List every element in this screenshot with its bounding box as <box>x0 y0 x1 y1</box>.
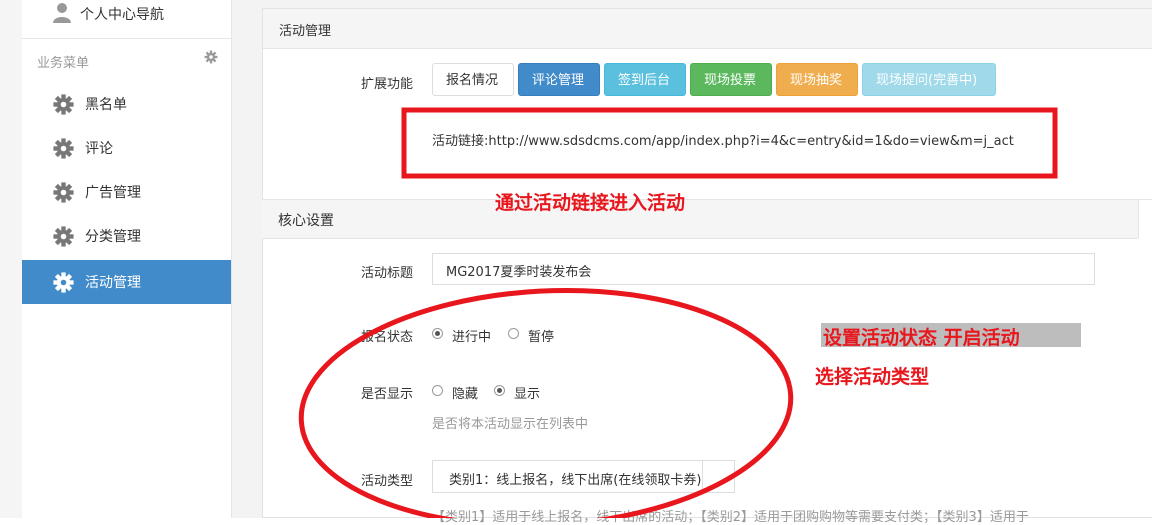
status-paused-radio[interactable] <box>508 328 519 339</box>
outer-gutter <box>0 0 22 518</box>
user-center-nav-label: 个人中心导航 <box>80 7 164 23</box>
activity-title-input[interactable]: MG2017夏季时装发布会 <box>432 253 1095 285</box>
status-running-radio[interactable] <box>432 328 443 339</box>
title-label: 活动标题 <box>361 266 414 281</box>
signup-status-button[interactable]: 报名情况 <box>432 63 514 96</box>
gear-icon <box>53 94 74 115</box>
type-annotation: 选择活动类型 <box>815 366 930 388</box>
panel-header: 活动管理 <box>263 9 1152 49</box>
type-hint: 【类别1】适用于线上报名，线下出席的活动；【类别2】适用于团购购物等需要支付类；… <box>432 510 1029 525</box>
live-vote-button[interactable]: 现场投票 <box>690 63 772 96</box>
extension-label: 扩展功能 <box>361 77 414 92</box>
activity-title-value: MG2017夏季时装发布会 <box>446 265 592 280</box>
activity-link[interactable]: 活动链接:http://www.sdsdcms.com/app/index.ph… <box>432 130 1014 149</box>
comment-manage-button[interactable]: 评论管理 <box>518 63 600 96</box>
select-divider <box>702 461 703 492</box>
display-hidden-label: 隐藏 <box>452 387 479 402</box>
sidebar-item-label: 评论 <box>85 141 113 157</box>
sidebar: 个人中心导航 业务菜单 黑名单 评论 广告管理 分类管理 活动管理 <box>22 0 232 518</box>
type-label: 活动类型 <box>361 474 414 489</box>
panel-title: 活动管理 <box>279 24 332 39</box>
gear-icon <box>53 226 74 247</box>
sidebar-item-ads[interactable]: 广告管理 <box>22 170 231 214</box>
gear-icon <box>53 272 74 293</box>
gear-icon <box>53 138 74 159</box>
status-running-label: 进行中 <box>452 330 492 345</box>
checkin-backend-button[interactable]: 签到后台 <box>604 63 686 96</box>
user-center-nav[interactable]: 个人中心导航 <box>22 0 231 39</box>
sidebar-item-categories[interactable]: 分类管理 <box>22 214 231 258</box>
business-menu-title: 业务菜单 <box>37 56 90 71</box>
status-paused-label: 暂停 <box>528 330 555 345</box>
display-hint: 是否将本活动显示在列表中 <box>432 417 589 432</box>
display-hidden-radio[interactable] <box>432 385 443 396</box>
business-menu-header: 业务菜单 <box>22 38 231 82</box>
activity-type-value: 类别1：线上报名，线下出席(在线领取卡券) <box>449 473 702 488</box>
gear-icon[interactable] <box>204 50 218 64</box>
sidebar-item-label: 广告管理 <box>85 185 141 201</box>
sidebar-item-label: 分类管理 <box>85 229 141 245</box>
sidebar-item-label: 活动管理 <box>85 275 141 291</box>
user-icon <box>53 3 71 23</box>
core-settings-header: 核心设置 <box>262 199 1138 239</box>
status-label: 报名状态 <box>361 330 414 345</box>
live-question-button[interactable]: 现场提问(完善中) <box>862 63 996 96</box>
display-shown-radio[interactable] <box>494 385 505 396</box>
link-annotation: 通过活动链接进入活动 <box>495 192 686 214</box>
live-lottery-button[interactable]: 现场抽奖 <box>776 63 858 96</box>
sidebar-item-label: 黑名单 <box>85 97 127 113</box>
sidebar-item-comments[interactable]: 评论 <box>22 126 231 170</box>
display-label: 是否显示 <box>361 387 414 402</box>
sidebar-item-activities[interactable]: 活动管理 <box>22 260 231 304</box>
core-header-edge <box>1138 199 1152 238</box>
gear-icon <box>53 182 74 203</box>
core-settings-title: 核心设置 <box>278 213 334 229</box>
sidebar-item-blacklist[interactable]: 黑名单 <box>22 82 231 126</box>
activity-type-select[interactable]: 类别1：线上报名，线下出席(在线领取卡券) <box>432 460 735 493</box>
display-shown-label: 显示 <box>514 387 541 402</box>
status-annotation: 设置活动状态 开启活动 <box>823 327 1020 349</box>
